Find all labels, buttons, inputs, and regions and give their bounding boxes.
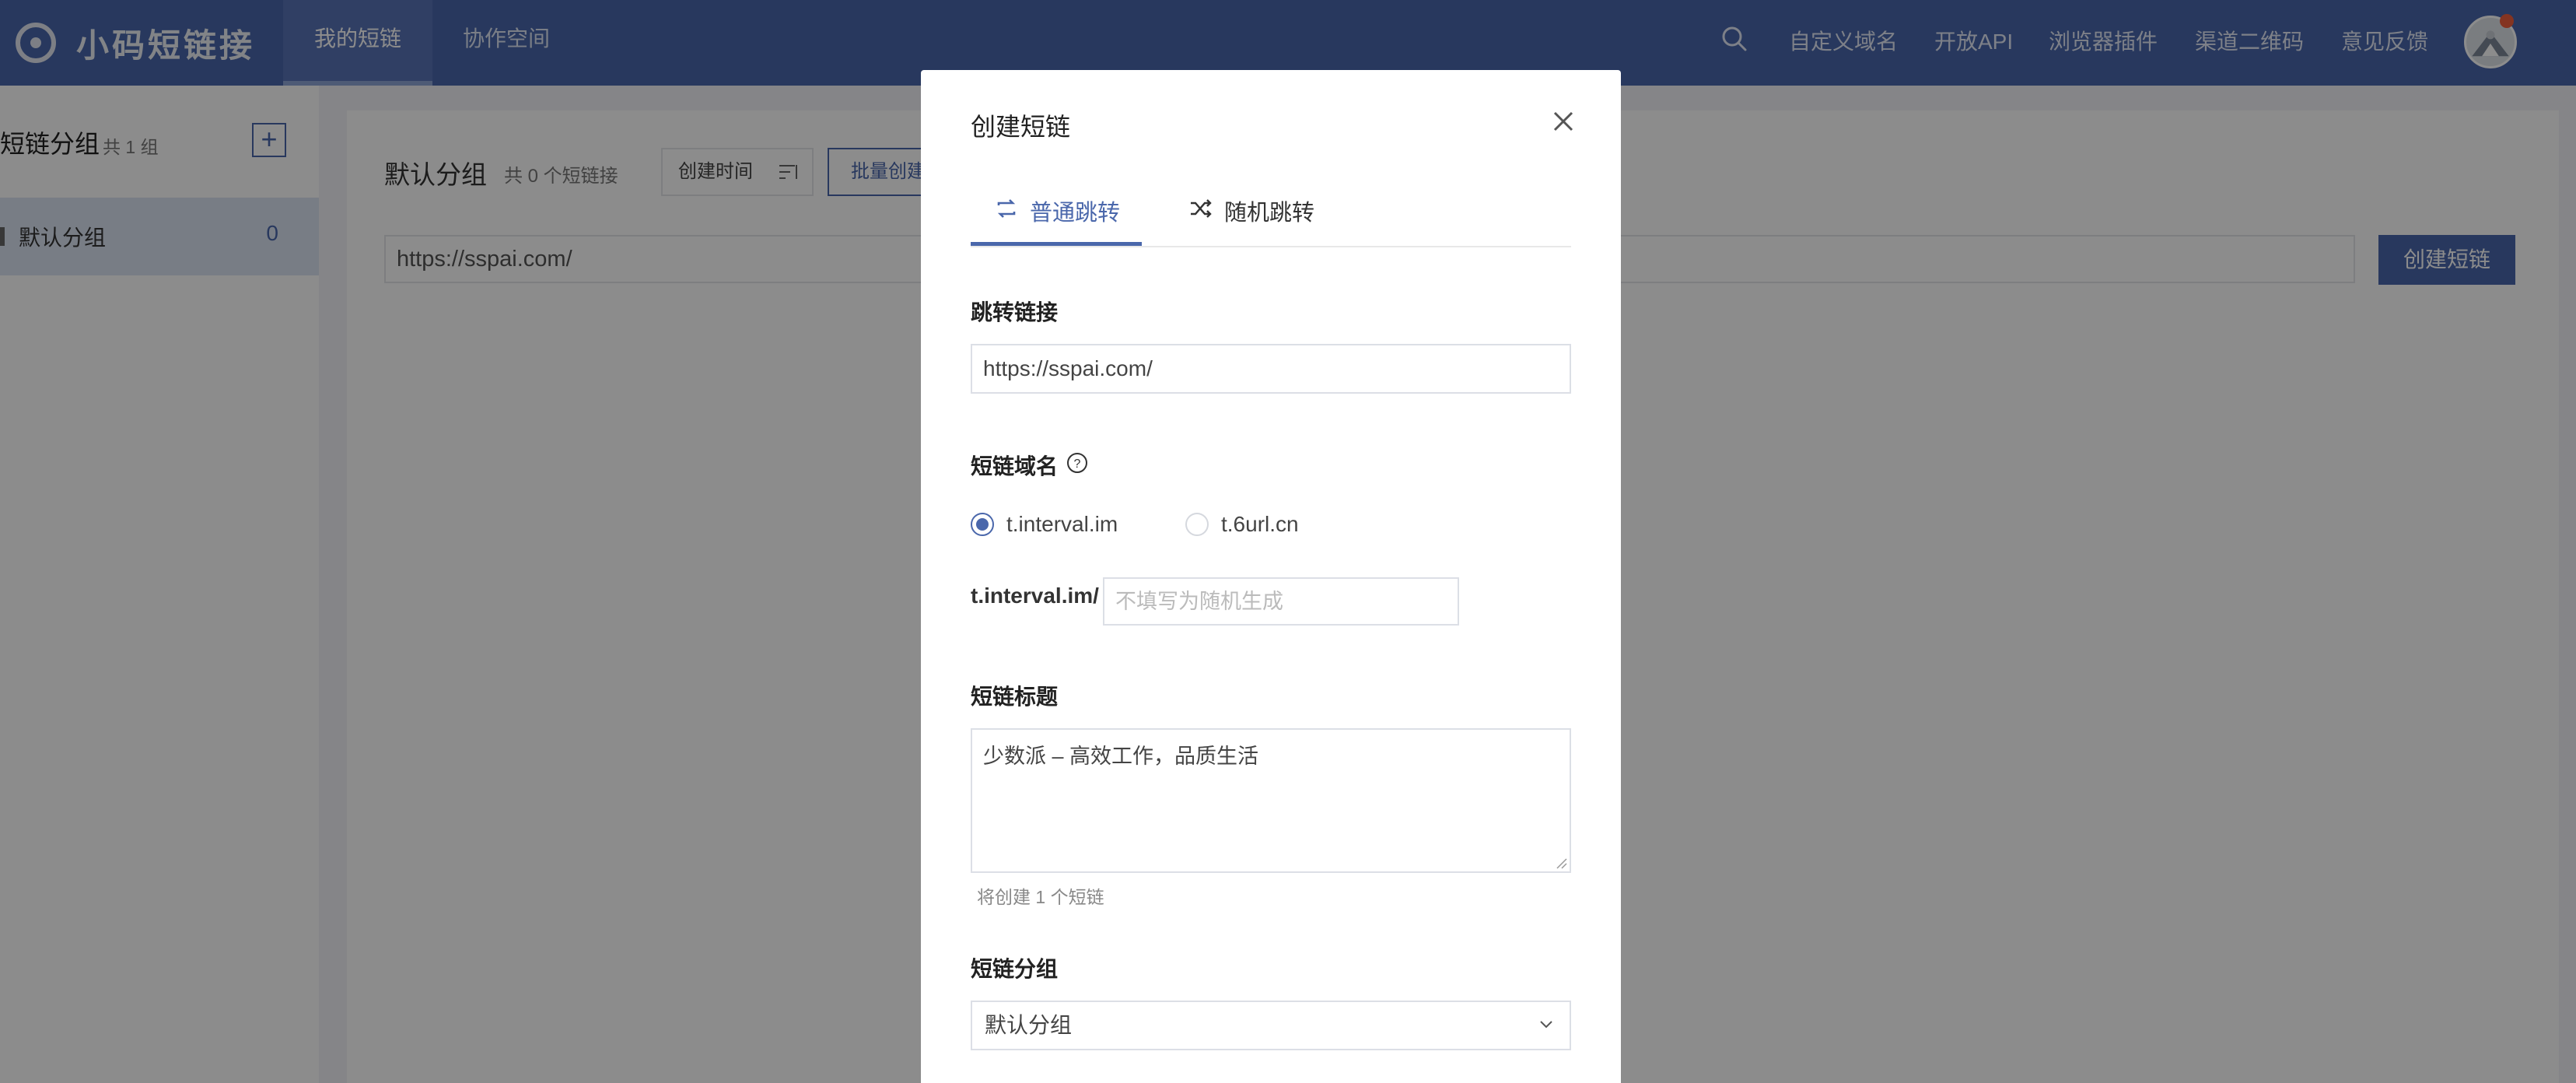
shuffle-icon [1191, 199, 1212, 218]
group-select[interactable]: 默认分组 [971, 1001, 1571, 1050]
custom-slug-input[interactable]: 不填写为随机生成 [1103, 577, 1459, 626]
repeat-icon [997, 199, 1016, 218]
help-icon[interactable]: ? [1066, 451, 1089, 475]
tab-label: 普通跳转 [1030, 201, 1121, 226]
redirect-url-label: 跳转链接 [971, 300, 1059, 324]
domain-label: 短链域名 [971, 454, 1059, 478]
group-select-value: 默认分组 [985, 1013, 1073, 1037]
dialog-title: 创建短链 [971, 113, 1071, 141]
tab-random-redirect[interactable]: 随机跳转 [1188, 195, 1344, 243]
close-icon[interactable] [1551, 109, 1576, 134]
create-count-hint: 将创建 1 个短链 [977, 887, 1104, 907]
short-title-label: 短链标题 [971, 685, 1059, 709]
create-link-dialog: 创建短链 普通跳转 随机跳转 跳转链接 https://sspai.com/ 短… [921, 70, 1621, 1083]
group-label: 短链分组 [971, 957, 1059, 981]
domain-option-label: t.interval.im [1006, 512, 1118, 536]
radio-checked-icon [971, 513, 994, 536]
resize-handle-icon[interactable] [1556, 857, 1568, 870]
domain-option-label: t.6url.cn [1221, 512, 1299, 536]
svg-text:?: ? [1074, 457, 1081, 471]
domain-prefix: t.interval.im/ [971, 584, 1099, 608]
domain-option-6url[interactable]: t.6url.cn [1185, 512, 1299, 537]
redirect-url-input[interactable]: https://sspai.com/ [971, 344, 1571, 394]
redirect-url-value: https://sspai.com/ [983, 356, 1153, 380]
domain-option-interval[interactable]: t.interval.im [971, 512, 1118, 537]
redirect-type-tabs: 普通跳转 随机跳转 [971, 195, 1571, 247]
radio-unchecked-icon [1185, 513, 1209, 536]
tab-normal-redirect[interactable]: 普通跳转 [971, 195, 1142, 246]
short-title-value: 少数派 – 高效工作，品质生活 [983, 745, 1259, 768]
tab-label: 随机跳转 [1224, 201, 1315, 226]
short-title-textarea[interactable]: 少数派 – 高效工作，品质生活 [971, 728, 1571, 873]
custom-slug-placeholder: 不填写为随机生成 [1115, 590, 1283, 613]
chevron-down-icon [1540, 1021, 1552, 1029]
